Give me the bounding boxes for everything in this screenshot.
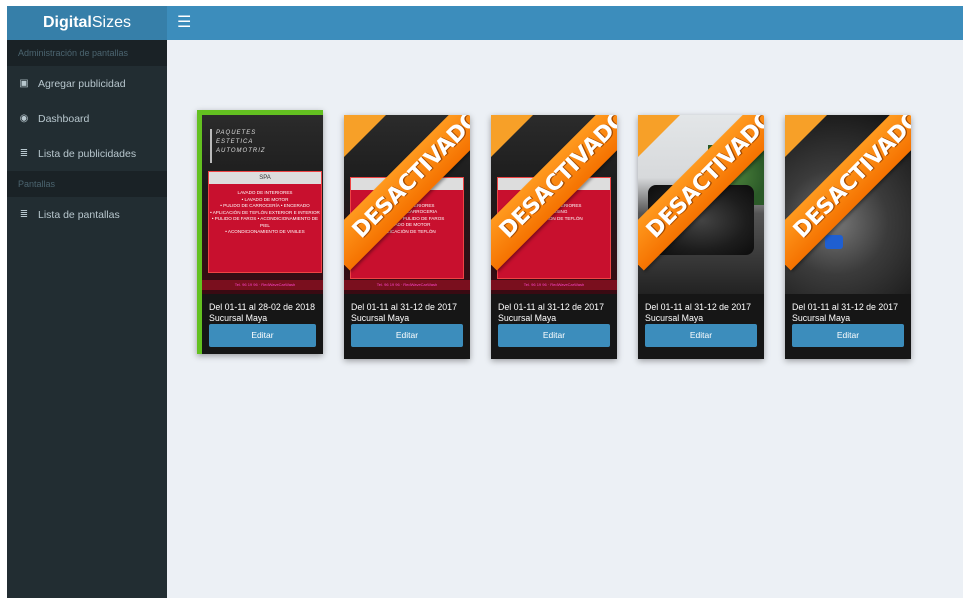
dashboard-icon: ◉ — [19, 113, 29, 124]
edit-button[interactable]: Editar — [351, 324, 463, 347]
ad-footer-graphic: Tel. 96 19 96 · RedWaveCarWash — [344, 280, 470, 290]
edit-button[interactable]: Editar — [498, 324, 610, 347]
card-branch: Sucursal Maya — [498, 313, 557, 323]
card-branch: Sucursal Maya — [645, 313, 704, 323]
brand-rest: Sizes — [91, 14, 131, 31]
ad-thumbnail[interactable]: INTERIOR RED WAVELAVADO DE INTERIORES• D… — [491, 115, 617, 294]
ad-footer-graphic: Tel. 96 19 96 · RedWaveCarWash — [202, 280, 323, 290]
edit-button[interactable]: Editar — [792, 324, 904, 347]
list-icon: ≣ — [19, 148, 29, 159]
calendar-plus-icon: ▣ — [19, 78, 29, 89]
list-icon: ≣ — [19, 209, 29, 220]
ad-card: INTERIOR RED WAVELAVADO DE INTERIORES• L… — [344, 115, 470, 359]
card-info: Del 01-11 al 31-12 de 2017 Sucursal Maya — [645, 302, 759, 324]
ad-card: PAQUETES ESTETICA AUTOMOTRIZ SPA LAVADO DE… — [197, 110, 323, 354]
hamburger-menu-icon[interactable]: ☰ — [177, 13, 197, 33]
sidebar-item-label: Lista de publicidades — [38, 147, 137, 160]
card-info: Del 01-11 al 31-12 de 2017 Sucursal Maya — [792, 302, 906, 324]
ad-brand-graphic: PAQUETES ESTETICA AUTOMOTRIZ — [210, 129, 286, 163]
sidebar-item-label: Lista de pantallas — [38, 208, 120, 221]
card-branch: Sucursal Maya — [351, 313, 410, 323]
card-dates: Del 01-11 al 28-02 de 2018 — [209, 302, 315, 312]
sidebar-section-header: Pantallas — [7, 171, 167, 197]
card-dates: Del 01-11 al 31-12 de 2017 — [645, 302, 751, 312]
app-frame: Digital Sizes ☰ Administración de pantall… — [7, 6, 963, 598]
card-branch: Sucursal Maya — [792, 313, 851, 323]
card-dates: Del 01-11 al 31-12 de 2017 — [792, 302, 898, 312]
sidebar-section-header: Administración de pantallas — [7, 40, 167, 66]
sidebar: Administración de pantallas ▣ Agregar pu… — [7, 40, 167, 598]
card-info: Del 01-11 al 31-12 de 2017 Sucursal Maya — [498, 302, 612, 324]
sidebar-item-dashboard[interactable]: ◉ Dashboard — [7, 101, 167, 136]
card-info: Del 01-11 al 28-02 de 2018 Sucursal Maya — [209, 302, 318, 324]
ad-footer-graphic: Tel. 96 19 96 · RedWaveCarWash — [491, 280, 617, 290]
sidebar-item-lista-pantallas[interactable]: ≣ Lista de pantallas — [7, 197, 167, 232]
ad-card: INTERIOR RED WAVELAVADO DE INTERIORES• D… — [491, 115, 617, 359]
ad-thumbnail[interactable]: DESACTIVADO — [638, 115, 764, 294]
brand-bold: Digital — [42, 14, 92, 31]
sidebar-item-agregar-publicidad[interactable]: ▣ Agregar publicidad — [7, 66, 167, 101]
card-dates: Del 01-11 al 31-12 de 2017 — [498, 302, 604, 312]
ad-card: DESACTIVADO Del 01-11 al 31-12 de 2017 S… — [785, 115, 911, 359]
ad-price-graphic: SPA LAVADO DE INTERIORES • LAVADO DE MOTO… — [208, 171, 322, 273]
edit-button[interactable]: Editar — [645, 324, 757, 347]
card-dates: Del 01-11 al 31-12 de 2017 — [351, 302, 457, 312]
card-info: Del 01-11 al 31-12 de 2017 Sucursal Maya — [351, 302, 465, 324]
ad-thumbnail[interactable]: INTERIOR RED WAVELAVADO DE INTERIORES• L… — [344, 115, 470, 294]
edit-button[interactable]: Editar — [209, 324, 316, 347]
engine-photo — [825, 235, 843, 249]
ad-thumbnail[interactable]: PAQUETES ESTETICA AUTOMOTRIZ SPA LAVADO DE… — [202, 115, 323, 294]
card-branch: Sucursal Maya — [209, 313, 268, 323]
sidebar-item-label: Dashboard — [38, 112, 90, 125]
top-navbar: ☰ — [167, 6, 963, 40]
sidebar-item-label: Agregar publicidad — [38, 77, 126, 90]
ad-thumbnail[interactable]: DESACTIVADO — [785, 115, 911, 294]
sidebar-item-lista-publicidades[interactable]: ≣ Lista de publicidades — [7, 136, 167, 171]
ad-card: DESACTIVADO Del 01-11 al 31-12 de 2017 S… — [638, 115, 764, 359]
brand-logo[interactable]: Digital Sizes — [7, 6, 167, 40]
